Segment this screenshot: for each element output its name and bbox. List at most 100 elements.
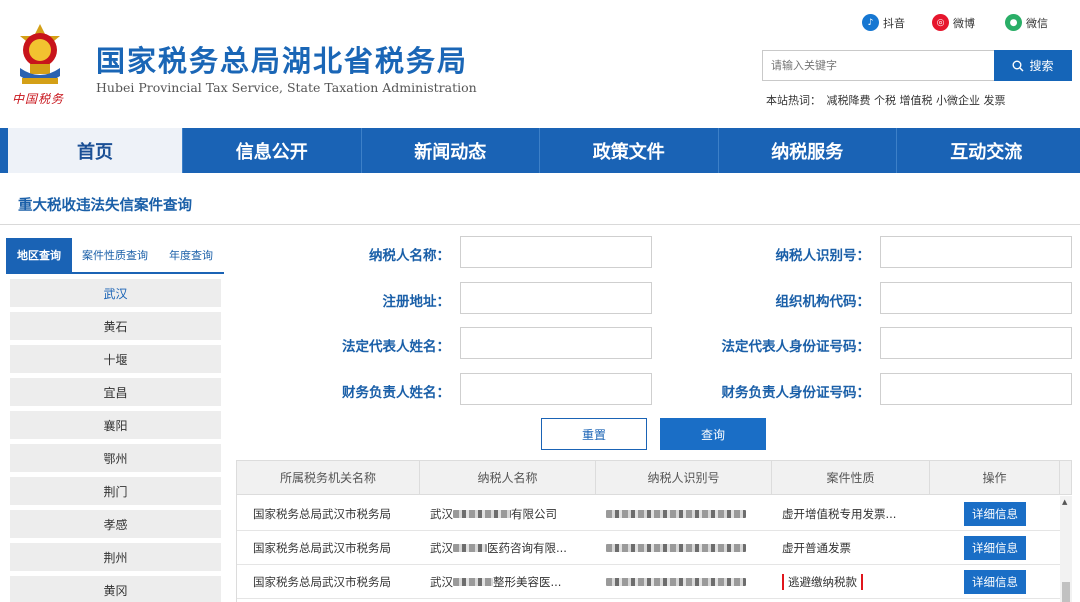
search-button[interactable]: 搜索: [994, 50, 1072, 81]
cell-taxpayer-name: 武汉 有限公司: [420, 506, 596, 522]
weibo-link[interactable]: ◎ 微博: [932, 14, 975, 31]
name-prefix: 武汉: [430, 574, 453, 589]
table-scrollbar[interactable]: ▲: [1060, 496, 1072, 602]
highlighted-case-nature: 逃避缴纳税款: [782, 573, 863, 590]
legal-rep-id-input[interactable]: [880, 327, 1072, 359]
search-button-label: 搜索: [1029, 59, 1054, 73]
main-nav: 首页 信息公开 新闻动态 政策文件 纳税服务 互动交流: [0, 128, 1080, 173]
region-item[interactable]: 荆州: [10, 543, 221, 571]
cell-action: 详细信息: [930, 535, 1060, 560]
nav-news[interactable]: 新闻动态: [362, 128, 540, 173]
taxpayer-id-label: 纳税人识别号：: [775, 248, 871, 264]
cell-action: 详细信息: [930, 501, 1060, 526]
site-header: 中国税务 国家税务总局湖北省税务局 Hubei Provincial Tax S…: [0, 0, 1080, 128]
cell-taxpayer-id: [596, 541, 772, 555]
nav-home[interactable]: 首页: [8, 128, 183, 173]
region-item[interactable]: 荆门: [10, 477, 221, 505]
scroll-thumb[interactable]: [1062, 582, 1070, 602]
region-item[interactable]: 黄石: [10, 312, 221, 340]
region-item[interactable]: 宜昌: [10, 378, 221, 406]
wechat-link[interactable]: ● 微信: [1005, 14, 1048, 31]
detail-button[interactable]: 详细信息: [964, 501, 1026, 526]
finance-head-label: 财务负责人姓名：: [342, 385, 450, 401]
name-suffix: 医药咨询有限...: [487, 540, 567, 555]
cell-tax-office: 国家税务总局武汉市税务局: [253, 574, 391, 589]
site-subtitle: Hubei Provincial Tax Service, State Taxa…: [96, 80, 477, 95]
table-header: 所属税务机关名称 纳税人名称 纳税人识别号 案件性质 操作: [236, 460, 1072, 495]
nav-interaction[interactable]: 互动交流: [897, 128, 1076, 173]
hot-terms-links[interactable]: 减税降费 个税 增值税 小微企业 发票: [827, 94, 1006, 107]
taxpayer-name-label: 纳税人名称：: [369, 248, 450, 264]
douyin-link[interactable]: ♪ 抖音: [862, 14, 905, 31]
region-list: 武汉 黄石 十堰 宜昌 襄阳 鄂州 荆门 孝感 荆州 黄冈: [10, 279, 221, 602]
cell-action: 详细信息: [930, 569, 1060, 594]
tab-region-query[interactable]: 地区查询: [6, 238, 72, 272]
douyin-icon: ♪: [862, 14, 879, 31]
cell-case-nature: 虚开普通发票: [782, 540, 851, 555]
region-item[interactable]: 襄阳: [10, 411, 221, 439]
detail-button[interactable]: 详细信息: [964, 569, 1026, 594]
redacted-text: [453, 510, 511, 518]
region-item[interactable]: 武汉: [10, 279, 221, 307]
table-body: 国家税务总局武汉市税务局 武汉 有限公司 虚开增值税专用发票... 详细信息 国家…: [236, 495, 1072, 602]
search-input[interactable]: [762, 50, 994, 81]
cell-case-nature: 虚开增值税专用发票...: [782, 506, 897, 521]
weibo-label: 微博: [953, 16, 975, 30]
wechat-icon: ●: [1005, 14, 1022, 31]
cell-taxpayer-id: [596, 575, 772, 589]
hot-terms-label: 本站热词：: [766, 94, 821, 107]
address-label: 注册地址：: [382, 294, 451, 310]
hot-terms: 本站热词： 减税降费 个税 增值税 小微企业 发票: [764, 92, 1006, 108]
name-suffix: 整形美容医...: [493, 574, 562, 589]
org-code-input[interactable]: [880, 282, 1072, 314]
taxpayer-name-input[interactable]: [460, 236, 652, 268]
search-icon: [1012, 60, 1024, 71]
cell-taxpayer-id: [596, 507, 772, 521]
col-case-nature: 案件性质: [772, 461, 930, 494]
redacted-text: [453, 544, 487, 552]
tab-case-nature-query[interactable]: 案件性质查询: [72, 238, 158, 272]
cell-tax-office: 国家税务总局武汉市税务局: [253, 506, 391, 521]
redacted-text: [606, 578, 746, 586]
query-button[interactable]: 查询: [660, 418, 766, 450]
region-item[interactable]: 黄冈: [10, 576, 221, 602]
table-row: 国家税务总局武汉市税务局 武汉 有限公司 虚开增值税专用发票... 详细信息: [237, 497, 1072, 531]
legal-rep-label: 法定代表人姓名：: [342, 339, 450, 355]
region-item[interactable]: 孝感: [10, 510, 221, 538]
finance-head-id-label: 财务负责人身份证号码：: [721, 385, 871, 401]
finance-head-id-input[interactable]: [880, 373, 1072, 405]
col-taxpayer-name: 纳税人名称: [420, 461, 596, 494]
org-code-label: 组织机构代码：: [775, 294, 871, 310]
table-row: 国家税务总局武汉市税务局 武汉 整形美容医... 逃避缴纳税款 详细信息: [237, 565, 1072, 599]
region-item[interactable]: 十堰: [10, 345, 221, 373]
cell-taxpayer-name: 武汉 医药咨询有限...: [420, 540, 596, 556]
region-item[interactable]: 鄂州: [10, 444, 221, 472]
name-prefix: 武汉: [430, 506, 453, 521]
site-title[interactable]: 国家税务总局湖北省税务局: [96, 38, 468, 80]
legal-rep-input[interactable]: [460, 327, 652, 359]
tax-emblem-icon: [20, 24, 60, 84]
detail-button[interactable]: 详细信息: [964, 535, 1026, 560]
tab-year-query[interactable]: 年度查询: [158, 238, 224, 272]
seal-text: 中国税务: [12, 92, 65, 106]
cell-taxpayer-name: 武汉 整形美容医...: [420, 574, 596, 590]
taxpayer-id-input[interactable]: [880, 236, 1072, 268]
weibo-icon: ◎: [932, 14, 949, 31]
divider: [0, 224, 1080, 225]
nav-info-disclosure[interactable]: 信息公开: [183, 128, 362, 173]
results-table: 所属税务机关名称 纳税人名称 纳税人识别号 案件性质 操作 国家税务总局武汉市税…: [236, 460, 1072, 602]
address-input[interactable]: [460, 282, 652, 314]
col-tax-office: 所属税务机关名称: [237, 461, 420, 494]
col-action: 操作: [930, 461, 1060, 494]
finance-head-input[interactable]: [460, 373, 652, 405]
wechat-label: 微信: [1026, 16, 1048, 30]
reset-button[interactable]: 重置: [541, 418, 647, 450]
scroll-up-icon[interactable]: ▲: [1062, 498, 1067, 506]
name-suffix: 有限公司: [511, 506, 557, 521]
name-prefix: 武汉: [430, 540, 453, 555]
redacted-text: [606, 510, 746, 518]
redacted-text: [453, 578, 493, 586]
nav-tax-service[interactable]: 纳税服务: [719, 128, 897, 173]
nav-policy[interactable]: 政策文件: [540, 128, 719, 173]
cell-tax-office: 国家税务总局武汉市税务局: [253, 540, 391, 555]
